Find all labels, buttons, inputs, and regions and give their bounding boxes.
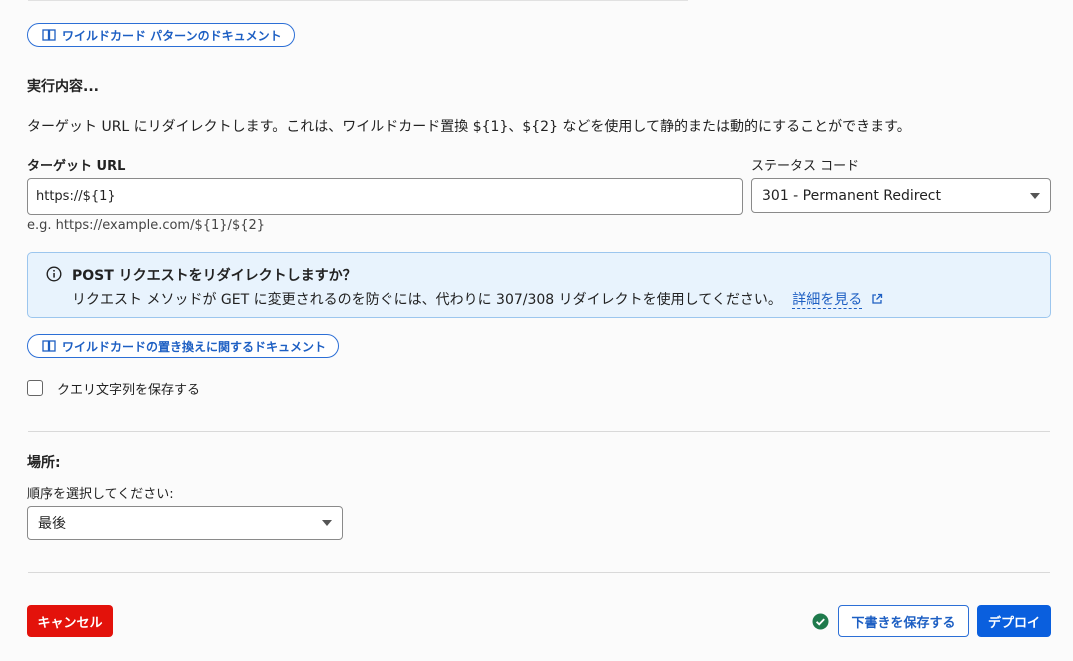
action-description: ターゲット URL にリダイレクトします。これは、ワイルドカード置換 ${1}、… [27, 119, 911, 135]
cancel-button[interactable]: キャンセル [27, 605, 113, 637]
info-icon [46, 266, 62, 282]
status-code-label: ステータス コード [751, 159, 860, 174]
action-heading: 実行内容... [27, 79, 99, 95]
external-link-icon [872, 293, 882, 304]
book-icon [42, 29, 56, 41]
target-url-label: ターゲット URL [27, 159, 126, 174]
target-url-input[interactable]: https://${1} [27, 178, 743, 215]
book-icon [42, 340, 56, 352]
wildcard-replacement-docs-label: ワイルドカードの置き換えに関するドキュメント [62, 339, 327, 354]
save-draft-button[interactable]: 下書きを保存する [838, 605, 969, 637]
info-title: POST リクエストをリダイレクトしますか？ [72, 268, 357, 284]
info-body: リクエスト メソッドが GET に変更されるのを防ぐには、代わりに 307/30… [72, 289, 883, 309]
order-label: 順序を選択してください: [27, 487, 174, 502]
status-code-value: 301 - Permanent Redirect [762, 187, 941, 204]
location-heading: 場所: [27, 455, 61, 471]
chevron-down-icon [1030, 192, 1040, 199]
section-divider [28, 431, 1050, 432]
wildcard-pattern-docs-label: ワイルドカード パターンのドキュメント [62, 28, 282, 43]
footer-divider [28, 572, 1050, 573]
truncated-help-text [28, 0, 688, 5]
preserve-query-label: クエリ文字列を保存する [57, 383, 201, 398]
chevron-down-icon [322, 520, 332, 526]
deploy-button[interactable]: デプロイ [977, 605, 1051, 637]
target-url-hint: e.g. https://example.com/${1}/${2} [27, 218, 266, 233]
info-body-text: リクエスト メソッドが GET に変更されるのを防ぐには、代わりに 307/30… [72, 292, 782, 308]
order-select[interactable]: 最後 [27, 506, 343, 540]
status-code-select[interactable]: 301 - Permanent Redirect [751, 178, 1051, 213]
preserve-query-checkbox[interactable] [27, 380, 43, 396]
post-redirect-info-box: POST リクエストをリダイレクトしますか？ リクエスト メソッドが GET に… [27, 252, 1051, 318]
wildcard-replacement-docs-button[interactable]: ワイルドカードの置き換えに関するドキュメント [27, 334, 340, 358]
target-url-value: https://${1} [36, 189, 116, 204]
order-value: 最後 [38, 516, 66, 532]
wildcard-pattern-docs-button[interactable]: ワイルドカード パターンのドキュメント [27, 23, 295, 47]
check-circle-icon [812, 613, 829, 630]
learn-more-link[interactable]: 詳細を見る [792, 292, 863, 309]
